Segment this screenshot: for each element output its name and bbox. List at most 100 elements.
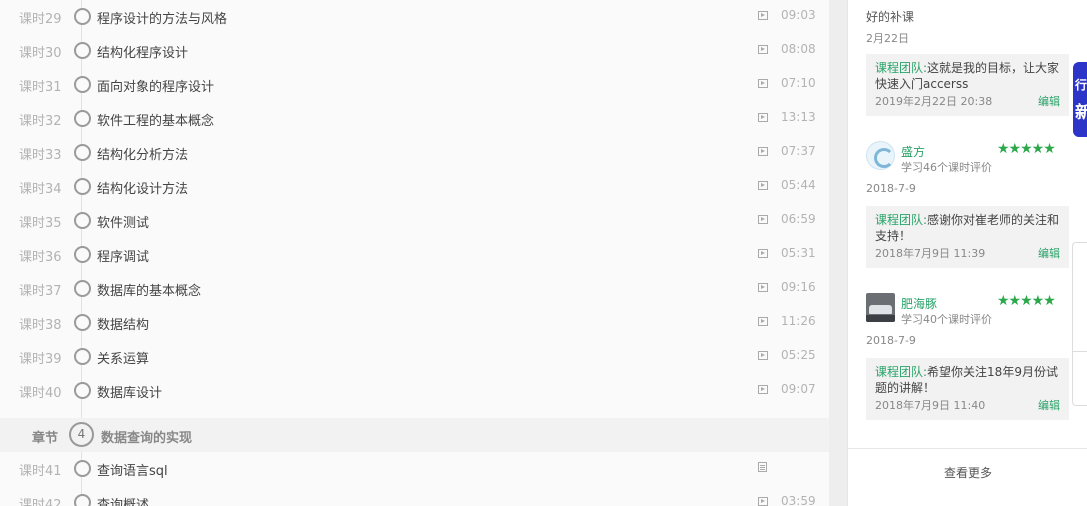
lesson-title[interactable]: 软件测试 [97, 212, 149, 231]
lesson-row[interactable]: 课时33 结构化分析方法 07:37 [0, 136, 829, 170]
lesson-code: 课时41 [19, 464, 62, 479]
lesson-duration: 05:44 [781, 178, 816, 192]
video-icon [758, 11, 768, 20]
progress-circle-icon [74, 280, 91, 297]
lesson-duration: 11:26 [781, 314, 816, 328]
team-reply: 课程团队:这就是我的目标，让大家快速入门accerss 2019年2月22日 2… [866, 54, 1069, 116]
edit-link[interactable]: 编辑 [1038, 94, 1060, 110]
review-date: 2018-7-9 [866, 182, 916, 195]
lesson-code: 课时29 [19, 12, 62, 27]
lesson-row[interactable]: 课时30 结构化程序设计 08:08 [0, 34, 829, 68]
lesson-title[interactable]: 结构化设计方法 [97, 178, 188, 197]
progress-circle-icon [74, 144, 91, 161]
progress-circle-icon [74, 246, 91, 263]
video-icon [758, 113, 768, 122]
divider [1073, 351, 1087, 352]
lesson-duration: 05:25 [781, 348, 816, 362]
lesson-duration: 03:59 [781, 494, 816, 506]
lesson-title[interactable]: 程序调试 [97, 246, 149, 265]
lesson-row[interactable]: 课时32 软件工程的基本概念 13:13 [0, 102, 829, 136]
lesson-code: 课时34 [19, 182, 62, 197]
lesson-duration: 07:10 [781, 76, 816, 90]
progress-circle-icon [74, 382, 91, 399]
lesson-duration: 08:08 [781, 42, 816, 56]
lesson-title[interactable]: 程序设计的方法与风格 [97, 8, 227, 27]
user-name[interactable]: 盛方 [901, 143, 925, 160]
lesson-row[interactable]: 课时40 数据库设计 09:07 [0, 374, 829, 408]
reply-time: 2018年7月9日 11:39 [875, 247, 986, 260]
edit-link[interactable]: 编辑 [1038, 246, 1060, 262]
side-toolbar[interactable] [1072, 242, 1087, 406]
lesson-title[interactable]: 结构化分析方法 [97, 144, 188, 163]
lesson-row[interactable]: 课时41 查询语言sql [0, 452, 829, 486]
video-icon [758, 351, 768, 360]
lesson-row[interactable]: 课时39 关系运算 05:25 [0, 340, 829, 374]
car-avatar[interactable] [866, 293, 895, 322]
chapter-title: 数据查询的实现 [101, 431, 193, 446]
progress-circle-icon [74, 212, 91, 229]
promo-text: 新 [1075, 103, 1087, 123]
lesson-row[interactable]: 课时29 程序设计的方法与风格 09:03 [0, 0, 829, 34]
lesson-duration: 05:31 [781, 246, 816, 260]
lesson-code: 课时38 [19, 318, 62, 333]
reply-meta: 2018年7月9日 11:40 编辑 [875, 398, 1060, 414]
lesson-title[interactable]: 软件工程的基本概念 [97, 110, 214, 129]
view-more-link[interactable]: 查看更多 [848, 464, 1087, 481]
reply-meta: 2019年2月22日 20:38 编辑 [875, 94, 1060, 110]
lesson-title[interactable]: 关系运算 [97, 348, 149, 367]
review-user: 肥海豚 学习40个课时评价 ★★★★★ [866, 293, 1076, 327]
lesson-code: 课时31 [19, 80, 62, 95]
lesson-duration: 07:37 [781, 144, 816, 158]
video-icon [758, 385, 768, 394]
progress-circle-icon [74, 494, 91, 506]
video-icon [758, 181, 768, 190]
promo-text: 行 [1075, 78, 1087, 92]
lesson-row[interactable]: 课时35 软件测试 06:59 [0, 204, 829, 238]
lesson-code: 课时40 [19, 386, 62, 401]
lesson-title[interactable]: 数据库设计 [97, 382, 162, 401]
reply-time: 2018年7月9日 11:40 [875, 399, 986, 412]
progress-circle-icon [74, 110, 91, 127]
lesson-code: 课时30 [19, 46, 62, 61]
rating-stars-icon: ★★★★★ [997, 293, 1056, 309]
lesson-duration: 06:59 [781, 212, 816, 226]
dolphin-avatar[interactable] [866, 141, 895, 170]
lesson-title[interactable]: 面向对象的程序设计 [97, 76, 214, 95]
user-lessons: 学习46个课时评价 [901, 161, 992, 174]
lesson-row[interactable]: 课时36 程序调试 05:31 [0, 238, 829, 272]
lesson-row[interactable]: 课时37 数据库的基本概念 09:16 [0, 272, 829, 306]
progress-circle-icon [74, 42, 91, 59]
team-reply: 课程团队:希望你关注18年9月份试题的讲解！ 2018年7月9日 11:40 编… [866, 358, 1069, 420]
progress-circle-icon [74, 314, 91, 331]
lesson-duration: 09:07 [781, 382, 816, 396]
lesson-row[interactable]: 课时31 面向对象的程序设计 07:10 [0, 68, 829, 102]
video-icon [758, 147, 768, 156]
more-bar: 查看更多 [848, 448, 1087, 506]
lesson-duration: 09:16 [781, 280, 816, 294]
lesson-title[interactable]: 查询语言sql [97, 460, 168, 479]
lesson-title[interactable]: 查询概述 [97, 494, 149, 506]
edit-link[interactable]: 编辑 [1038, 398, 1060, 414]
lesson-row[interactable]: 课时42 查询概述 03:59 [0, 486, 829, 506]
team-reply: 课程团队:感谢你对崔老师的关注和支持！ 2018年7月9日 11:39 编辑 [866, 206, 1069, 268]
lesson-title[interactable]: 数据库的基本概念 [97, 280, 201, 299]
reply-author: 课程团队: [875, 213, 928, 227]
video-icon [758, 283, 768, 292]
lesson-title[interactable]: 数据结构 [97, 314, 149, 333]
lesson-row[interactable]: 课时34 结构化设计方法 05:44 [0, 170, 829, 204]
review-user: 盛方 学习46个课时评价 ★★★★★ [866, 141, 1076, 175]
promo-tab[interactable]: 行 新 [1073, 62, 1087, 137]
lesson-row[interactable]: 课时38 数据结构 11:26 [0, 306, 829, 340]
lesson-title[interactable]: 结构化程序设计 [97, 42, 188, 61]
lesson-duration: 13:13 [781, 110, 816, 124]
lesson-code: 课时36 [19, 250, 62, 265]
lesson-code: 课时39 [19, 352, 62, 367]
video-icon [758, 45, 768, 54]
reply-meta: 2018年7月9日 11:39 编辑 [875, 246, 1060, 262]
lesson-code: 课时37 [19, 284, 62, 299]
video-icon [758, 317, 768, 326]
review-date: 2018-7-9 [866, 334, 916, 347]
reply-author: 课程团队: [875, 365, 928, 379]
user-name[interactable]: 肥海豚 [901, 295, 937, 312]
video-icon [758, 215, 768, 224]
